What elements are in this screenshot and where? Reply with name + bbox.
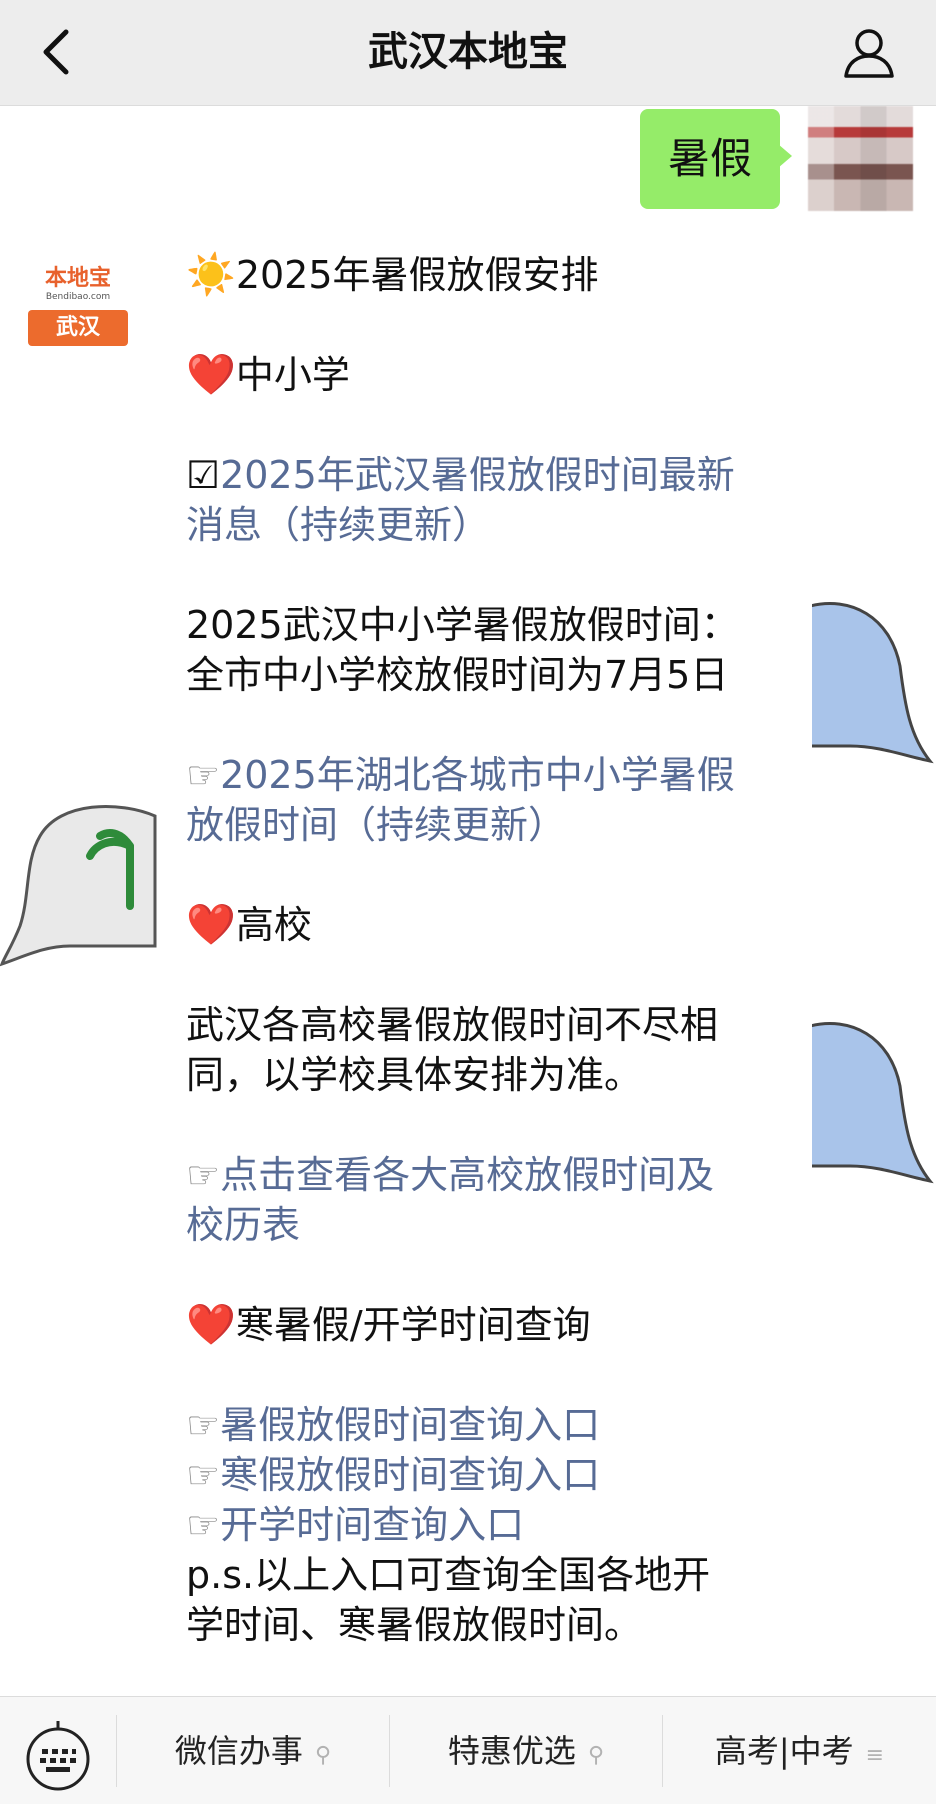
link-university-calendars-line2[interactable]: 校历表 [186,1200,786,1250]
logo-city-badge: 武汉 [28,310,128,346]
menu-item-exams[interactable]: 高考|中考 ≡ [663,1697,936,1804]
person-profile-icon[interactable] [840,24,898,82]
official-account-avatar[interactable]: 本地宝 Bendibao.com 武汉 [28,252,128,352]
bottom-menu-bar: 微信办事 ⚲ 特惠优选 ⚲ 高考|中考 ≡ [0,1696,936,1804]
text-universities-line1: 武汉各高校暑假放假时间不尽相 [186,1003,719,1047]
whale-sticker-right-bottom-icon [810,1022,934,1184]
pointing-hand-icon: ☞ [186,1403,221,1447]
section-heading-primary-schools: ❤️中小学 [186,352,350,398]
article-heading: ☀️2025年暑假放假安排 [186,252,599,298]
link-winter-query[interactable]: ☞寒假放假时间查询入口 [186,1450,786,1500]
link-university-calendars[interactable]: ☞点击查看各大高校放假时间及 [186,1150,786,1200]
user-bubble-tail [778,144,792,168]
heart-icon: ❤️ [186,352,236,398]
pointing-hand-icon: ☞ [186,1503,221,1547]
top-nav-bar: 武汉本地宝 [0,0,936,106]
link-hubei-cities[interactable]: ☞2025年湖北各城市中小学暑假 [186,750,786,800]
sun-icon: ☀️ [186,252,236,298]
text-primary-schools-date-line1: 2025武汉中小学暑假放假时间： [186,603,739,647]
whale-sticker-right-top-icon [810,602,934,764]
note-line1: p.s.以上入口可查询全国各地开 [186,1553,711,1597]
text-universities-line2: 同，以学校具体安排为准。 [186,1053,643,1097]
pointing-hand-icon: ☞ [186,1453,221,1497]
chat-title: 武汉本地宝 [368,29,568,75]
menu-item-wechat-services[interactable]: 微信办事 ⚲ [117,1697,389,1804]
link-wuhan-summer-latest-line2[interactable]: 消息（持续更新） [186,500,786,550]
keyboard-toggle-icon[interactable] [22,1719,94,1791]
link-summer-query[interactable]: ☞暑假放假时间查询入口 [186,1400,786,1450]
section-heading-query: ❤️寒暑假/开学时间查询 [186,1302,591,1348]
pointing-hand-icon: ☞ [186,753,221,797]
logo-domain-text: Bendibao.com [45,292,111,302]
link-icon: ⚲ [314,1743,332,1768]
heart-icon: ❤️ [186,1302,236,1348]
link-hubei-cities-line2[interactable]: 放假时间（持续更新） [186,800,786,850]
reply-message-bubble[interactable]: ☀️2025年暑假放假安排 ❤️中小学 ☑2025年武汉暑假放假时间最新 消息（… [158,230,812,1696]
checkbox-icon: ☑ [186,453,221,497]
chat-page: 武汉本地宝 暑假 本地宝 Bendibao.com 武汉 ☀️2025年暑假放假… [0,0,936,1804]
user-message-bubble[interactable]: 暑假 [640,109,780,209]
list-icon: ≡ [865,1743,885,1768]
section-heading-universities: ❤️高校 [186,902,312,948]
whale-sticker-left-icon [0,805,157,967]
user-avatar[interactable] [808,106,913,211]
text-primary-schools-date-line2: 全市中小学校放假时间为7月5日 [186,653,729,697]
chat-area[interactable]: 暑假 本地宝 Bendibao.com 武汉 ☀️2025年暑假放假安排 ❤️中… [0,106,936,1696]
reply-message-text: ☀️2025年暑假放假安排 ❤️中小学 ☑2025年武汉暑假放假时间最新 消息（… [186,250,786,1650]
note-line2: 学时间、寒暑假放假时间。 [186,1603,643,1647]
heart-icon: ❤️ [186,902,236,948]
link-wuhan-summer-latest[interactable]: ☑2025年武汉暑假放假时间最新 [186,450,786,500]
link-school-start-query[interactable]: ☞开学时间查询入口 [186,1500,786,1550]
link-icon: ⚲ [587,1743,605,1768]
back-arrow-icon[interactable] [30,22,90,82]
pointing-hand-icon: ☞ [186,1153,221,1197]
menu-item-special-offers[interactable]: 特惠优选 ⚲ [390,1697,662,1804]
logo-brand-text: 本地宝 [44,265,111,291]
